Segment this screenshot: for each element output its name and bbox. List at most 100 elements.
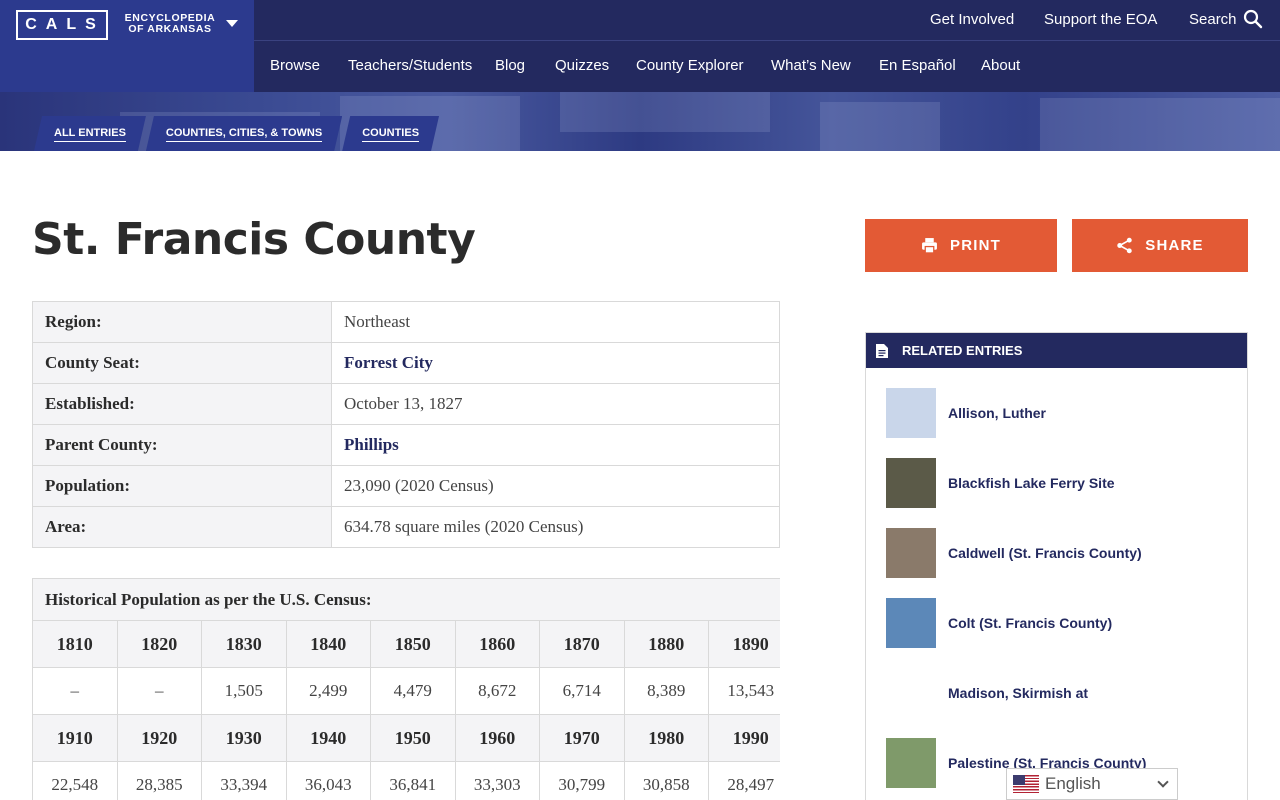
entry-thumbnail	[886, 388, 936, 438]
related-entry-link[interactable]: Colt (St. Francis County)	[886, 598, 1112, 648]
census-year-cell: 1880	[623, 620, 709, 668]
census-year-cell: 1970	[539, 714, 625, 762]
census-year-cell: 1810	[32, 620, 118, 668]
related-entry-name: Blackfish Lake Ferry Site	[948, 475, 1115, 491]
breadcrumb-counties-cities-towns[interactable]: COUNTIES, CITIES, & TOWNS	[146, 116, 342, 151]
printer-icon	[922, 238, 937, 254]
nav-browse[interactable]: Browse	[270, 57, 320, 74]
census-population-cell: 22,548	[32, 761, 118, 800]
table-row: Historical Population as per the U.S. Ce…	[32, 578, 780, 621]
related-entry-link[interactable]: Allison, Luther	[886, 388, 1046, 438]
nav-en-espanol[interactable]: En Español	[879, 57, 956, 74]
census-population-cell: 36,043	[285, 761, 371, 800]
census-year-cell: 1930	[201, 714, 287, 762]
cals-logo: CALS	[16, 10, 108, 40]
document-icon	[876, 343, 888, 358]
related-entries-header: RELATED ENTRIES	[866, 333, 1247, 368]
parent-county-link[interactable]: Phillips	[344, 435, 399, 454]
census-population-cell: 6,714	[539, 667, 625, 715]
chevron-down-icon	[1157, 776, 1169, 788]
census-year-cell: 1840	[285, 620, 371, 668]
site-logo[interactable]: CALS ENCYCLOPEDIA OF ARKANSAS	[0, 0, 254, 92]
related-entry-name: Caldwell (St. Francis County)	[948, 545, 1142, 561]
get-involved-link[interactable]: Get Involved	[930, 11, 1014, 28]
census-population-cell: 4,479	[370, 667, 456, 715]
breadcrumb: ALL ENTRIES COUNTIES, CITIES, & TOWNS CO…	[34, 116, 439, 151]
language-label: English	[1045, 774, 1101, 793]
table-row: Region: Northeast	[32, 301, 780, 343]
table-row: 1910 1920 1930 1940 1950 1960 1970 1980 1990	[32, 714, 780, 762]
census-year-cell: 1920	[116, 714, 202, 762]
county-seat-link[interactable]: Forrest City	[344, 353, 433, 372]
table-row: Area: 634.78 square miles (2020 Census)	[32, 506, 780, 548]
census-year-cell: 1910	[32, 714, 118, 762]
table-row: – –1,505 2,499 4,479 8,672 6,714 8,389 13,543	[32, 667, 780, 715]
nav-whats-new[interactable]: What’s New	[771, 57, 851, 74]
nav-blog[interactable]: Blog	[495, 57, 525, 74]
census-population-cell: 36,841	[370, 761, 456, 800]
nav-teachers-students[interactable]: Teachers/Students	[348, 57, 472, 74]
related-entries-panel: RELATED ENTRIES Allison, Luther Blackfish…	[865, 332, 1248, 800]
census-year-cell: 1940	[285, 714, 371, 762]
share-icon	[1117, 237, 1132, 254]
info-label: County Seat:	[32, 342, 332, 384]
nav-county-explorer[interactable]: County Explorer	[636, 57, 744, 74]
census-population-cell: 33,394	[201, 761, 287, 800]
census-year-cell: 1890	[708, 620, 780, 668]
site-header: CALS ENCYCLOPEDIA OF ARKANSAS Get Involv…	[0, 0, 1280, 92]
eoa-title-line2: OF ARKANSAS	[128, 23, 212, 35]
population-table: Historical Population as per the U.S. Ce…	[32, 578, 780, 800]
census-population-cell: 28,497	[708, 761, 780, 800]
info-value: Northeast	[331, 301, 780, 343]
page-title: St. Francis County	[32, 214, 476, 265]
census-population-cell: 33,303	[454, 761, 540, 800]
census-population-cell: 8,389	[623, 667, 709, 715]
table-row: Established: October 13, 1827	[32, 383, 780, 425]
census-year-cell: 1820	[116, 620, 202, 668]
census-year-cell: 1870	[539, 620, 625, 668]
census-population-cell: 2,499	[285, 667, 371, 715]
entry-thumbnail	[886, 528, 936, 578]
census-population-cell: 1,505	[201, 667, 287, 715]
info-label: Region:	[32, 301, 332, 343]
census-year-cell: 1830	[201, 620, 287, 668]
related-entries-title: RELATED ENTRIES	[902, 343, 1023, 358]
nav-quizzes[interactable]: Quizzes	[555, 57, 609, 74]
census-year-cell: 1850	[370, 620, 456, 668]
info-value: October 13, 1827	[331, 383, 780, 425]
info-label: Established:	[32, 383, 332, 425]
related-entry-link[interactable]: Caldwell (St. Francis County)	[886, 528, 1142, 578]
nav-about[interactable]: About	[981, 57, 1020, 74]
print-label: PRINT	[950, 237, 1001, 254]
census-population-cell: –	[116, 667, 202, 715]
related-entry-name: Madison, Skirmish at	[948, 685, 1089, 701]
related-entry-name: Colt (St. Francis County)	[948, 615, 1113, 631]
breadcrumb-counties[interactable]: COUNTIES	[342, 116, 439, 151]
census-year-cell: 1950	[370, 714, 456, 762]
search-icon[interactable]	[1243, 9, 1263, 29]
table-row: 22,548 28,385 33,394 36,043 36,841 33,303 30,7…	[32, 761, 780, 800]
search-link[interactable]: Search	[1189, 11, 1237, 28]
share-button[interactable]: SHARE	[1072, 219, 1248, 272]
breadcrumb-all-entries[interactable]: ALL ENTRIES	[34, 116, 146, 151]
census-population-cell: 13,543	[708, 667, 780, 715]
table-row: 1810 1820 1830 1840 1850 1860 1870 1880 1890	[32, 620, 780, 668]
eoa-title: ENCYCLOPEDIA OF ARKANSAS	[122, 13, 218, 35]
support-eoa-link[interactable]: Support the EOA	[1044, 11, 1157, 28]
county-info-table: Region: Northeast County Seat: Forrest C…	[32, 301, 780, 548]
population-table-scroll[interactable]: Historical Population as per the U.S. Ce…	[32, 578, 780, 800]
census-year-cell: 1990	[708, 714, 780, 762]
table-row: Parent County: Phillips	[32, 424, 780, 466]
census-year-cell: 1860	[454, 620, 540, 668]
language-selector[interactable]: English	[1006, 768, 1178, 800]
census-population-cell: 30,799	[539, 761, 625, 800]
info-label: Area:	[32, 506, 332, 548]
entry-thumbnail	[886, 458, 936, 508]
census-population-cell: 28,385	[116, 761, 202, 800]
caret-down-icon[interactable]	[226, 20, 238, 27]
print-button[interactable]: PRINT	[865, 219, 1057, 272]
related-entry-link[interactable]: Blackfish Lake Ferry Site	[886, 458, 1115, 508]
census-year-cell: 1980	[623, 714, 709, 762]
info-label: Population:	[32, 465, 332, 507]
related-entry-link[interactable]: Madison, Skirmish at	[886, 668, 1088, 718]
